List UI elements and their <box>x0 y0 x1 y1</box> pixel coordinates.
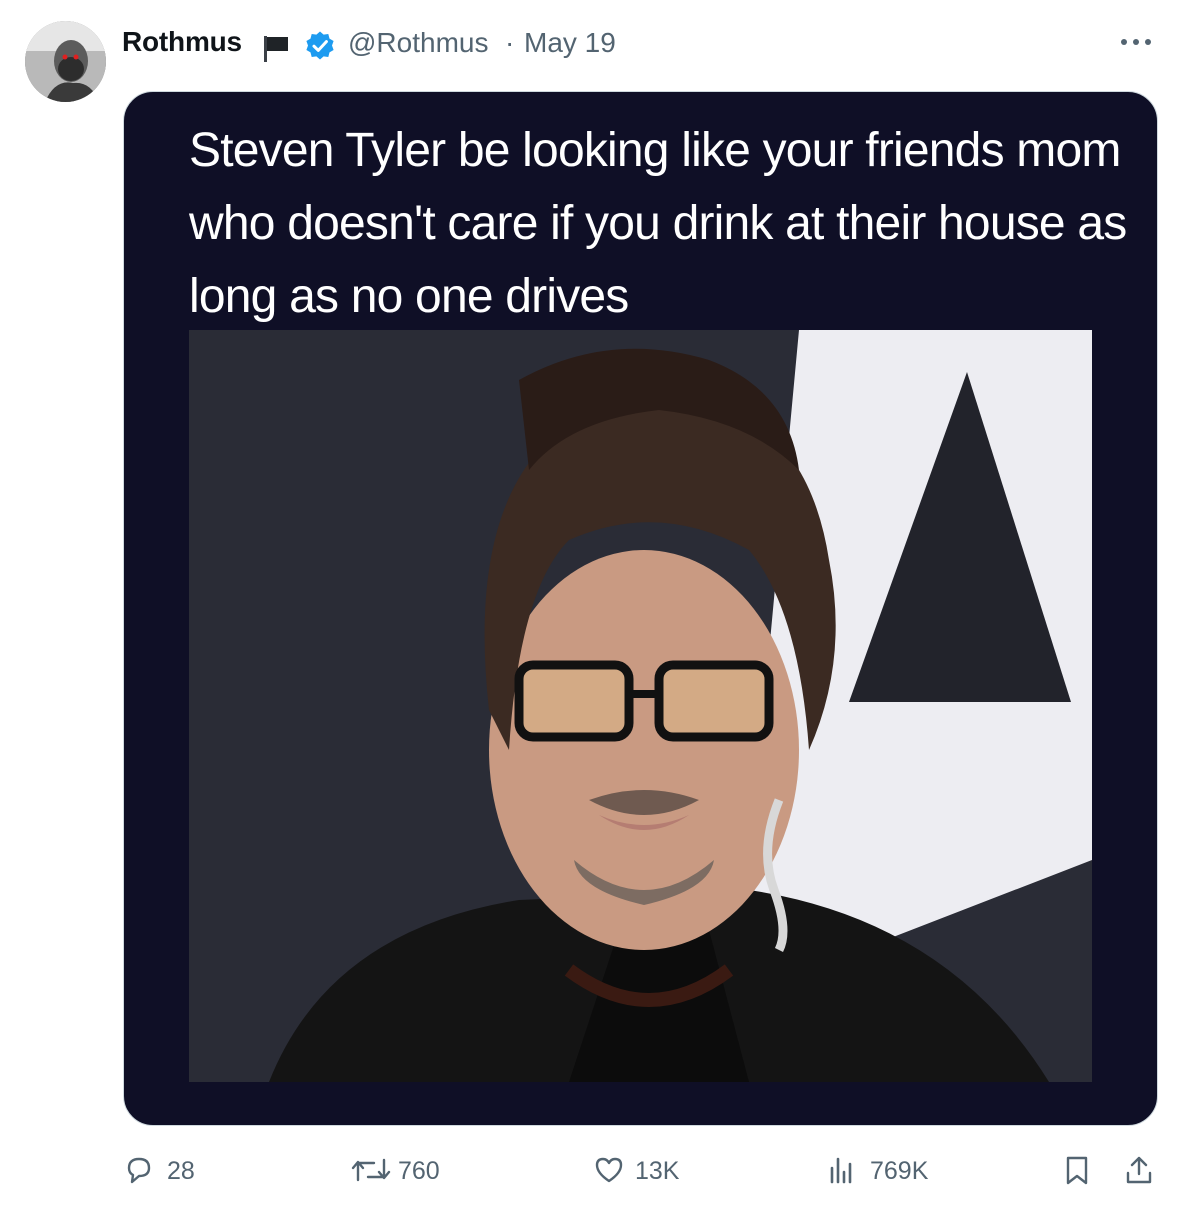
share-icon <box>1126 1156 1152 1184</box>
tweet-media[interactable]: Steven Tyler be looking like your friend… <box>123 91 1158 1126</box>
tweet-actions: 28 760 13K 769K <box>123 1148 1163 1192</box>
reply-button[interactable]: 28 <box>123 1148 213 1192</box>
repost-count: 760 <box>398 1157 440 1185</box>
views-button[interactable]: 769K <box>826 1148 946 1192</box>
bookmark-button[interactable] <box>1061 1148 1093 1192</box>
verified-badge-icon[interactable] <box>304 30 336 62</box>
avatar[interactable] <box>25 21 106 102</box>
bookmark-icon <box>1066 1156 1088 1185</box>
tweet-header: Rothmus @Rothmus · May 19 <box>122 24 1158 62</box>
reply-count: 28 <box>167 1157 195 1185</box>
repost-icon <box>351 1158 391 1182</box>
flag-icon <box>264 36 288 62</box>
views-count: 769K <box>870 1157 929 1185</box>
tweet-date[interactable]: May 19 <box>524 27 616 59</box>
separator: · <box>505 27 515 58</box>
more-icon[interactable] <box>1118 32 1158 52</box>
like-button[interactable]: 13K <box>593 1148 693 1192</box>
share-button[interactable] <box>1123 1148 1155 1192</box>
like-count: 13K <box>635 1157 680 1185</box>
like-icon <box>595 1157 623 1183</box>
views-icon <box>830 1157 852 1184</box>
repost-button[interactable]: 760 <box>350 1148 460 1192</box>
reply-icon <box>127 1157 151 1184</box>
author-name[interactable]: Rothmus <box>122 26 242 58</box>
author-handle[interactable]: @Rothmus <box>348 27 488 59</box>
meme-photo <box>189 330 1092 1082</box>
meme-caption: Steven Tyler be looking like your friend… <box>189 124 1127 323</box>
